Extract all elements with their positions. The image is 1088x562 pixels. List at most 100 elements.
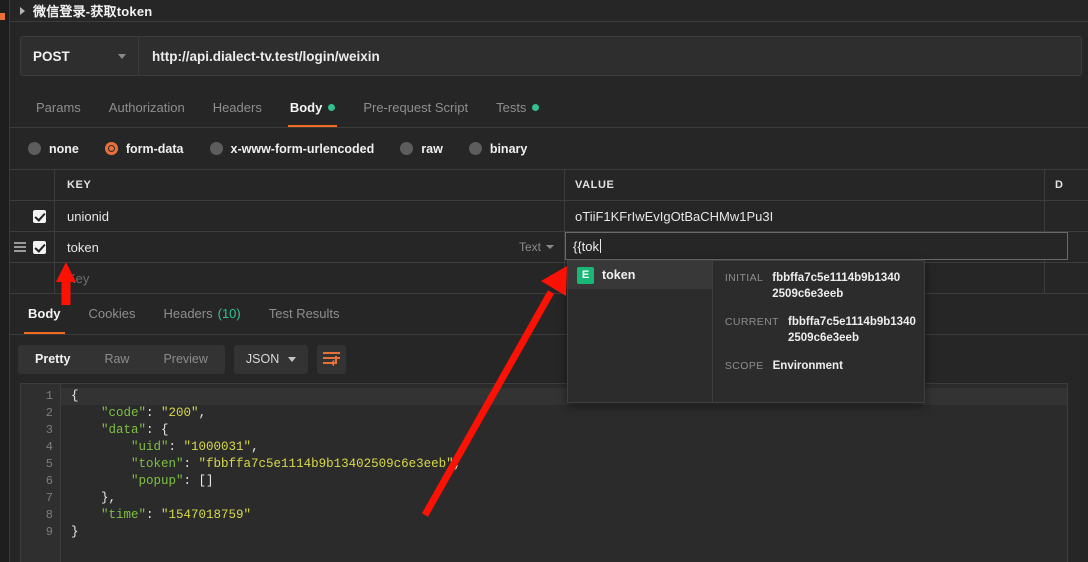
view-mode-preview[interactable]: Preview [146,345,224,374]
chevron-down-icon [546,245,554,249]
response-tab-cookies[interactable]: Cookies [75,293,150,334]
format-select[interactable]: JSON [233,344,309,374]
tab-label: Tests [496,99,527,115]
tab-body[interactable]: Body [276,87,350,127]
line-number: 8 [45,508,53,522]
rail-accent-marker [0,13,5,20]
radio-label: none [49,141,79,156]
line-number: 3 [45,423,53,437]
row-check-cell [10,232,55,262]
table-row[interactable]: unionid oTiiF1KFrIwEvIgOtBaCHMw1Pu3I [10,201,1088,232]
radio-icon [400,142,414,155]
variable-autocomplete-popup: E token INITIAL fbbffa7c5e1114b9b1340250… [567,260,925,403]
url-bar-section: POST http://api.dialect-tv.test/login/we… [10,22,1088,88]
url-input[interactable]: http://api.dialect-tv.test/login/weixin [139,37,1081,75]
tab-params[interactable]: Params [22,87,95,127]
environment-badge-icon: E [577,266,594,284]
tab-label: Authorization [108,99,185,115]
code-line: "uid": "1000031", [131,440,259,454]
header-key: KEY [55,170,565,200]
header-check-cell [10,170,55,200]
response-tab-headers[interactable]: Headers (10) [149,293,254,334]
radio-label: x-www-form-urlencoded [230,141,375,156]
line-number: 6 [45,474,53,488]
status-dot-icon [328,103,336,111]
view-mode-group: Pretty Raw Preview [18,344,225,374]
row-key-cell[interactable]: Key [55,263,565,293]
row-description-cell[interactable] [1045,201,1088,231]
code-line: }, [71,491,117,505]
tab-tests[interactable]: Tests [482,87,553,127]
method-select[interactable]: POST [21,37,139,75]
body-type-options: none form-data x-www-form-urlencoded raw… [10,128,1088,170]
tab-label: Test Results [268,306,340,321]
caret-right-icon[interactable] [20,6,25,15]
body-type-x-www-form-urlencoded[interactable]: x-www-form-urlencoded [209,141,375,156]
row-key-text: token [67,239,99,255]
line-number-gutter: 1 2 3 4 5 6 7 8 9 [21,384,61,562]
autocomplete-item-token[interactable]: E token [568,261,712,289]
code-line: "time": "1547018759" [101,508,252,522]
row-key-text: unionid [67,208,109,224]
code-line: "code": "200", [101,406,207,420]
line-number: 7 [45,491,53,505]
radio-selected-icon [104,142,118,155]
response-view-toolbar: Pretty Raw Preview JSON [10,335,1088,383]
format-label: JSON [245,352,280,366]
view-mode-pretty[interactable]: Pretty [18,345,87,374]
field-value: fbbffa7c5e1114b9b13402509c6e3eeb [772,272,901,300]
value-input-text: {{tok [573,238,600,254]
body-type-form-data[interactable]: form-data [104,141,184,156]
request-tabs: Params Authorization Headers Body Pre-re… [10,88,1088,128]
row-check-cell [10,201,55,231]
tab-headers[interactable]: Headers [199,87,276,127]
autocomplete-field-current: CURRENT fbbffa7c5e1114b9b13402509c6e3eeb [725,315,916,346]
row-checkbox[interactable] [33,240,46,254]
row-description-cell[interactable] [1045,263,1088,293]
body-type-none[interactable]: none [28,142,79,156]
line-number: 1 [45,389,53,403]
response-tab-test-results[interactable]: Test Results [255,293,354,334]
status-dot-icon [532,103,540,111]
autocomplete-field-scope: SCOPE Environment [725,359,916,375]
response-tabs: Body Cookies Headers (10) Test Results [10,294,1088,335]
line-number: 9 [45,525,53,539]
tab-label: Headers [212,99,262,115]
response-body-viewer[interactable]: 1 2 3 4 5 6 7 8 9 { "code": "200", "data… [20,383,1068,562]
table-row[interactable]: Key [10,263,1088,294]
header-description: D [1055,179,1064,191]
view-mode-raw[interactable]: Raw [87,345,146,374]
line-number: 4 [45,440,53,454]
field-label: SCOPE [724,360,764,373]
drag-handle-icon[interactable] [14,242,26,252]
field-value: Environment [772,360,843,373]
row-checkbox[interactable] [33,209,46,223]
radio-label: binary [489,141,528,156]
page-title: 微信登录-获取token [33,4,153,19]
row-value-cell[interactable]: oTiiF1KFrIwEvIgOtBaCHMw1Pu3I [565,201,1045,231]
row-key-cell[interactable]: token Text [55,232,565,262]
autocomplete-field-initial: INITIAL fbbffa7c5e1114b9b13402509c6e3eeb [725,271,916,302]
row-type-select[interactable]: Text [519,240,554,254]
radio-label: raw [421,141,443,156]
body-type-raw[interactable]: raw [400,142,443,156]
wrap-text-button[interactable] [317,344,347,374]
response-tab-body[interactable]: Body [14,293,75,334]
code-line: } [71,525,79,539]
tab-label: Params [36,99,81,115]
body-type-binary[interactable]: binary [468,141,528,156]
radio-label: form-data [125,141,184,156]
header-value: VALUE [565,170,1045,200]
row-key-placeholder: Key [67,270,90,286]
tab-authorization[interactable]: Authorization [95,87,199,127]
row-key-cell[interactable]: unionid [55,201,565,231]
row-check-cell [10,263,55,293]
value-input-active[interactable]: {{tok [565,232,1068,260]
tab-pre-request-script[interactable]: Pre-request Script [349,87,482,127]
field-label: INITIAL [724,272,764,284]
line-number: 2 [45,406,53,420]
radio-icon [468,142,482,155]
line-number: 5 [45,457,53,471]
radio-icon [209,142,223,155]
radio-icon [28,142,41,155]
